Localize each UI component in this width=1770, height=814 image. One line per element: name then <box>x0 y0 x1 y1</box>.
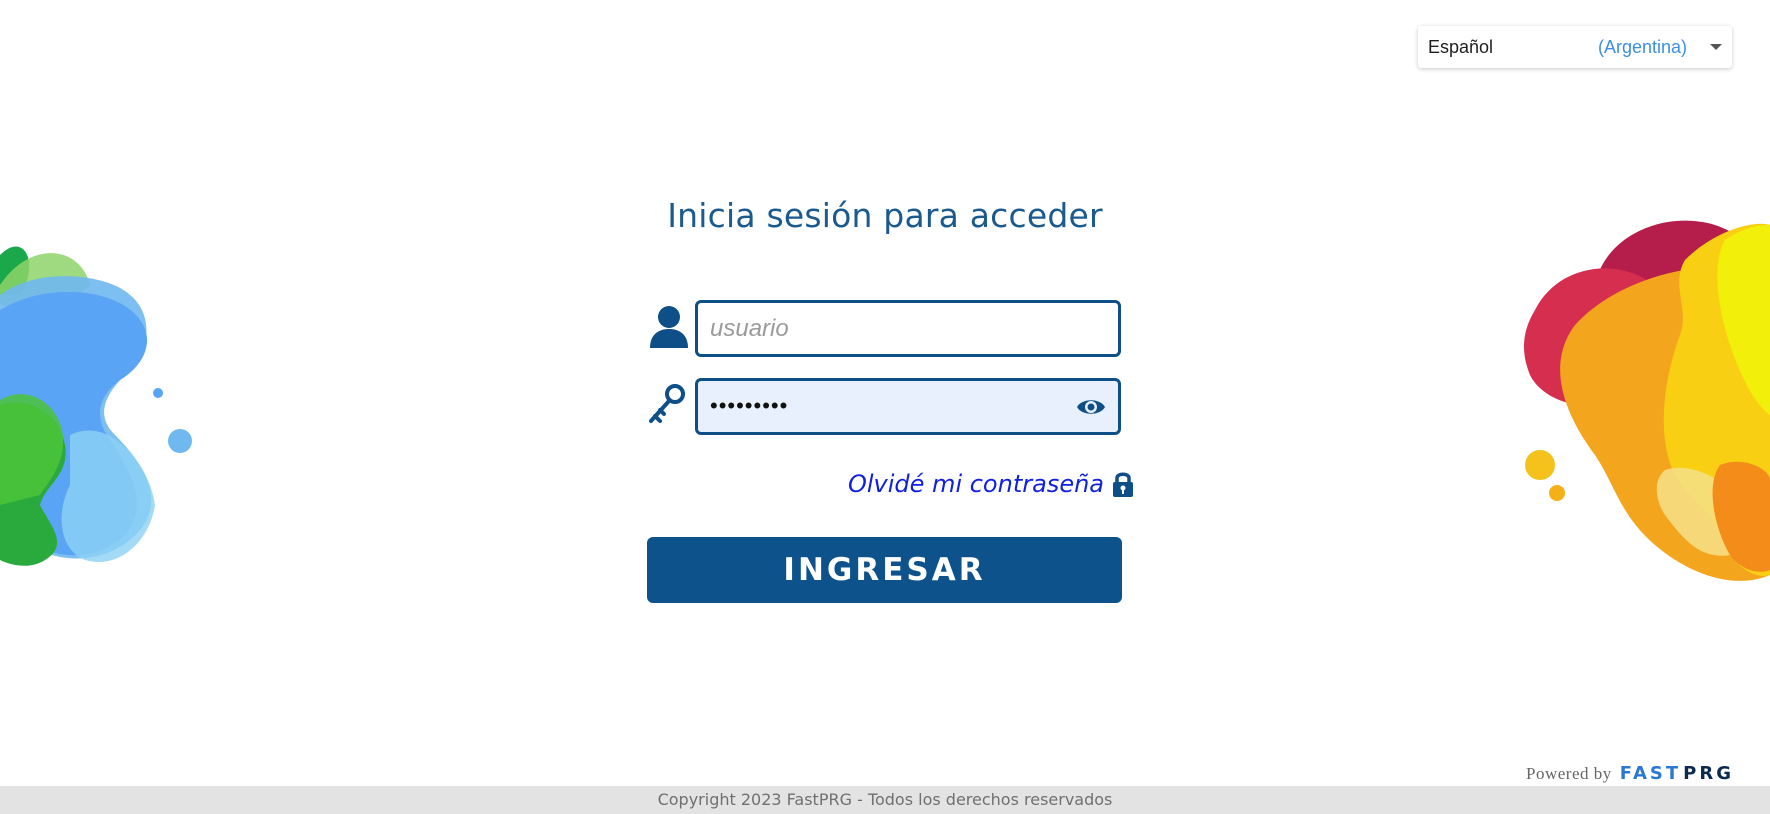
page-title: Inicia sesión para acceder <box>667 196 1103 235</box>
password-field[interactable]: ••••••••• <box>695 378 1121 435</box>
login-button[interactable]: INGRESAR <box>647 537 1122 603</box>
language-region: (Argentina) <box>1598 36 1688 57</box>
brand-logo-fast: FAST <box>1619 763 1682 784</box>
brand-logo-prg: PRG <box>1683 763 1734 784</box>
powered-by: Powered by FAST PRG <box>1526 763 1734 784</box>
forgot-password-label: Olvidé mi contraseña <box>848 470 1104 498</box>
forgot-password-link[interactable]: Olvidé mi contraseña <box>848 470 1134 498</box>
username-input[interactable] <box>698 303 1070 354</box>
footer-copyright: Copyright 2023 FastPRG - Todos los derec… <box>0 786 1770 814</box>
language-name: Español <box>1428 36 1494 57</box>
password-value: ••••••••• <box>710 393 789 418</box>
user-icon <box>650 306 688 348</box>
powered-by-label: Powered by <box>1526 764 1612 783</box>
lock-icon <box>1113 472 1133 497</box>
chevron-down-icon <box>1710 44 1722 50</box>
eye-icon[interactable] <box>1076 394 1106 420</box>
decorative-blob-right <box>1523 220 1770 581</box>
decorative-blob-left <box>0 246 192 566</box>
username-field[interactable] <box>695 300 1121 357</box>
key-icon <box>649 384 685 423</box>
language-select[interactable]: Español (Argentina) <box>1418 26 1732 68</box>
login-page: Español (Argentina) Inicia sesión para a… <box>0 0 1770 814</box>
